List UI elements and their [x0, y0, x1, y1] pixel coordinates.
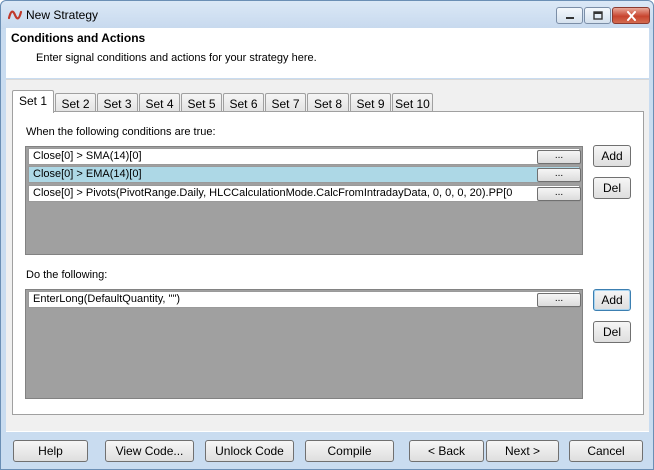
tab-set-4[interactable]: Set 4 — [139, 93, 180, 112]
actions-label: Do the following: — [26, 269, 108, 281]
tab-set-2[interactable]: Set 2 — [55, 93, 96, 112]
help-button[interactable]: Help — [13, 440, 88, 462]
tab-label: Set 8 — [313, 97, 343, 111]
window-title: New Strategy — [26, 8, 99, 22]
tab-set-9[interactable]: Set 9 — [350, 93, 391, 112]
condition-edit-button[interactable]: ... — [537, 168, 581, 182]
app-logo-icon — [7, 10, 23, 20]
tab-set-1[interactable]: Set 1 — [12, 90, 54, 113]
condition-text: Close[0] > Pivots(PivotRange.Daily, HLCC… — [33, 187, 513, 199]
condition-text: Close[0] > SMA(14)[0] — [33, 150, 142, 162]
tab-label: Set 4 — [145, 97, 174, 111]
tab-label: Set 1 — [18, 94, 48, 108]
delete-condition-button[interactable]: Del — [593, 177, 631, 199]
tab-label: Set 5 — [187, 97, 216, 111]
tab-label: Set 9 — [356, 97, 385, 111]
delete-action-button[interactable]: Del — [593, 321, 631, 343]
footer-divider — [6, 431, 649, 432]
condition-edit-button[interactable]: ... — [537, 150, 581, 164]
next-button[interactable]: Next > — [486, 440, 559, 462]
tab-set-10[interactable]: Set 10 — [392, 93, 433, 112]
title-bar[interactable]: New Strategy — [1, 1, 653, 29]
tab-set-3[interactable]: Set 3 — [97, 93, 138, 112]
unlock-code-button[interactable]: Unlock Code — [205, 440, 294, 462]
wizard-header: Conditions and Actions Enter signal cond… — [6, 28, 649, 78]
cancel-button[interactable]: Cancel — [569, 440, 643, 462]
conditions-label: When the following conditions are true: — [26, 126, 216, 138]
maximize-button[interactable] — [584, 7, 611, 24]
conditions-list[interactable]: Close[0] > SMA(14)[0] ... Close[0] > EMA… — [25, 146, 583, 255]
tab-set-7[interactable]: Set 7 — [265, 93, 306, 112]
condition-row[interactable]: Close[0] > SMA(14)[0] ... — [28, 148, 581, 165]
tab-set-6[interactable]: Set 6 — [223, 93, 264, 112]
tab-label: Set 3 — [103, 97, 132, 111]
compile-button[interactable]: Compile — [305, 440, 394, 462]
page-title: Conditions and Actions — [11, 31, 146, 45]
condition-text: Close[0] > EMA(14)[0] — [33, 168, 142, 180]
close-button[interactable] — [612, 7, 650, 24]
tab-label: Set 7 — [271, 97, 300, 111]
action-text: EnterLong(DefaultQuantity, "") — [33, 293, 181, 305]
add-condition-button[interactable]: Add — [593, 145, 631, 167]
tab-label: Set 10 — [395, 97, 430, 111]
tab-label: Set 2 — [61, 97, 90, 111]
tab-label: Set 6 — [229, 97, 258, 111]
close-icon — [626, 10, 636, 21]
back-button[interactable]: < Back — [409, 440, 484, 462]
condition-row[interactable]: Close[0] > Pivots(PivotRange.Daily, HLCC… — [28, 185, 581, 202]
condition-row[interactable]: Close[0] > EMA(14)[0] ... — [28, 166, 581, 183]
minimize-button[interactable] — [556, 7, 583, 24]
action-row[interactable]: EnterLong(DefaultQuantity, "") ... — [28, 291, 581, 308]
action-edit-button[interactable]: ... — [537, 293, 581, 307]
strategy-window: New Strategy Conditions and Actions Ente… — [0, 0, 654, 470]
actions-list[interactable]: EnterLong(DefaultQuantity, "") ... — [25, 289, 583, 399]
minimize-icon — [565, 16, 574, 19]
view-code-button[interactable]: View Code... — [105, 440, 194, 462]
condition-edit-button[interactable]: ... — [537, 187, 581, 201]
maximize-icon — [592, 11, 603, 20]
tab-set-5[interactable]: Set 5 — [181, 93, 222, 112]
page-subtitle: Enter signal conditions and actions for … — [36, 52, 317, 64]
tab-set-8[interactable]: Set 8 — [307, 93, 349, 112]
add-action-button[interactable]: Add — [593, 289, 631, 311]
